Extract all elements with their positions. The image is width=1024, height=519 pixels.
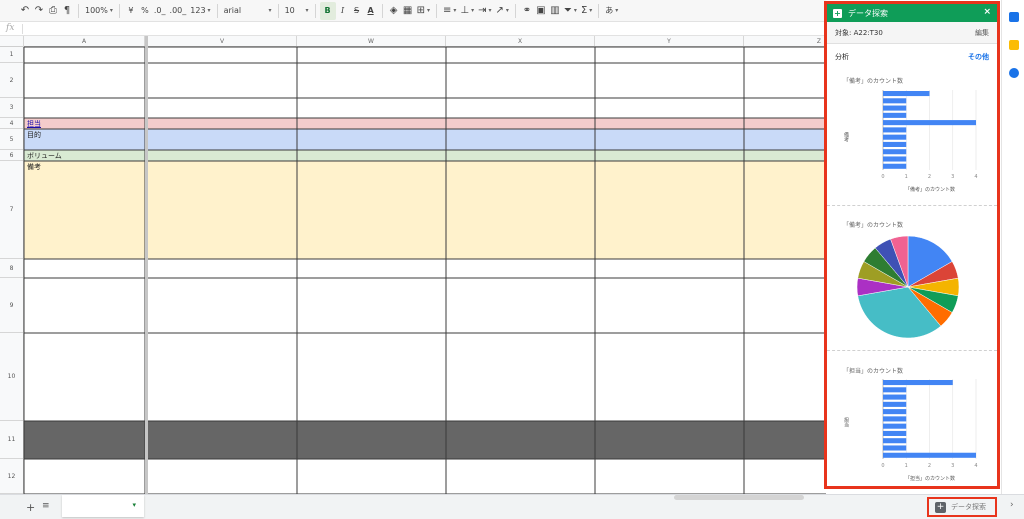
chart-bar [883, 141, 907, 147]
close-icon[interactable]: × [983, 7, 991, 17]
analysis-row: 分析 その他 [827, 50, 997, 64]
chevron-right-icon[interactable]: › [1010, 500, 1014, 510]
chart-bar [883, 452, 976, 458]
chart-bar [883, 380, 953, 386]
chart-bar [883, 409, 907, 415]
explore-panel-header: + データ探索 × [827, 4, 997, 22]
range-label: 対象: A22:T30 [835, 28, 883, 37]
chart-tick-label: 1 [905, 174, 908, 180]
chart-bar [883, 134, 907, 140]
chart-card-3[interactable]: 「担当」のカウント数 担当 01234 「担当」のカウント数 [827, 351, 997, 486]
chart-bar [883, 127, 907, 133]
chart-3-svg: 0 1 2 3 4 [881, 379, 978, 469]
chart-bar [883, 394, 907, 400]
edit-range-button[interactable]: 編集 [975, 28, 989, 38]
explore-panel-title: データ探索 [848, 8, 888, 18]
chart-bar [883, 163, 907, 169]
chart-bar [883, 401, 907, 407]
chart-bar [883, 430, 907, 436]
sheet-tab-active[interactable]: ▾ [62, 495, 144, 517]
chart-bar [883, 112, 907, 118]
chart-tick-label: 1 [905, 463, 908, 469]
chart-bar [883, 445, 907, 451]
chart-tick-label: 4 [974, 174, 977, 180]
chart-tick-label: 0 [881, 463, 884, 469]
chart-1-svg: 0 1 2 3 4 [881, 90, 978, 180]
range-row: 対象: A22:T30 編集 [827, 22, 997, 44]
all-sheets-button[interactable]: ≡ [42, 501, 50, 511]
chart-bar [883, 438, 907, 444]
explore-icon: + [833, 8, 842, 18]
explore-button[interactable]: + データ探索 [927, 497, 997, 517]
chart-bar [883, 105, 907, 111]
chart-bar [883, 149, 907, 155]
sheets-app: ↶ ↷ ⎙ ¶ 100% ¥ % .0_ .00_ 123 arial 10 B… [0, 0, 1024, 519]
chart-bar [883, 416, 907, 422]
chart-card-2[interactable]: 「備考」のカウント数 [827, 206, 997, 351]
chart-bar [883, 120, 976, 126]
chart-tick-label: 2 [928, 463, 931, 469]
chart-tick-label: 4 [974, 463, 977, 469]
chart-bar [883, 387, 907, 393]
sheet-tab-menu-icon[interactable]: ▾ [132, 501, 136, 509]
explore-button-label: データ探索 [951, 503, 986, 511]
grid-lines [23, 46, 826, 495]
chart-tick-label: 0 [881, 174, 884, 180]
chart-tick-label: 3 [951, 463, 954, 469]
explore-panel: + データ探索 × 対象: A22:T30 編集 分析 その他 「備考」のカウン… [824, 1, 1000, 489]
chart-tick-label: 2 [928, 174, 931, 180]
chart-card-1-xlabel: 「備考」のカウント数 [905, 187, 956, 193]
cell-a5-label[interactable]: 目的 [24, 130, 41, 140]
sheet-tab-bar: + ≡ ▾ + データ探索 › [0, 494, 1024, 519]
cell-a4-label[interactable]: 担当 [24, 119, 41, 129]
analysis-heading: 分析 [835, 53, 849, 61]
chart-card-1[interactable]: 「備考」のカウント数 備考 01234 「備考」のカウント数 [827, 66, 997, 206]
add-sheet-button[interactable]: + [26, 501, 35, 514]
chart-bar [883, 91, 930, 97]
tasks-icon[interactable] [1009, 68, 1019, 78]
cell-a6-label[interactable]: ボリューム [24, 151, 62, 161]
more-analysis-link[interactable]: その他 [968, 52, 989, 62]
frozen-column-divider[interactable] [145, 36, 148, 494]
chart-card-3-xlabel: 「担当」のカウント数 [905, 476, 956, 482]
chart-bar [883, 423, 907, 429]
chart-bar [883, 156, 907, 162]
keep-icon[interactable] [1009, 40, 1019, 50]
chart-bar [883, 98, 907, 104]
horizontal-scrollbar[interactable] [674, 495, 804, 500]
calendar-icon[interactable] [1009, 12, 1019, 22]
cell-a7-label[interactable]: 備考 [24, 162, 41, 172]
chart-2-svg [856, 235, 960, 339]
chart-tick-label: 3 [951, 174, 954, 180]
explore-icon: + [935, 501, 946, 513]
side-panel-rail [1001, 0, 1024, 494]
